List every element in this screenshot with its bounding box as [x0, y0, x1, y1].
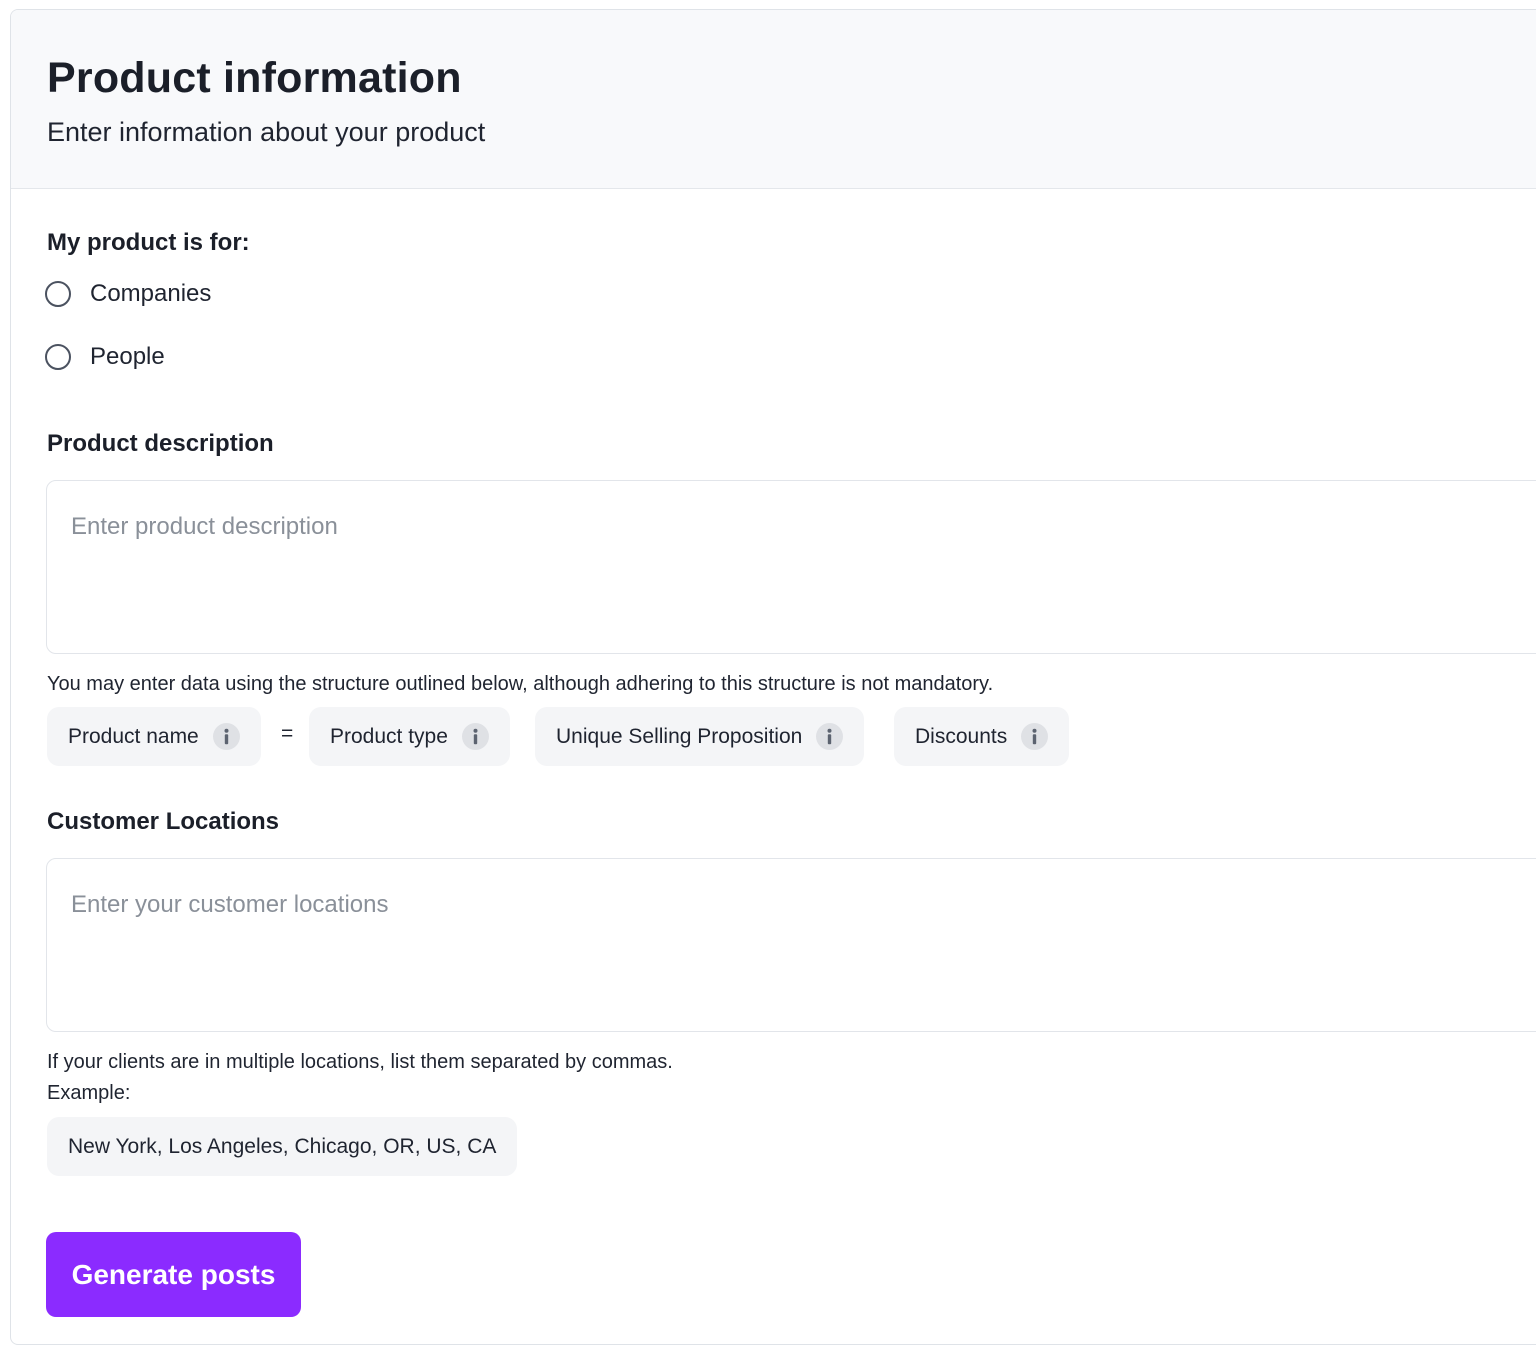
generate-posts-button[interactable]: Generate posts [46, 1232, 301, 1317]
customer-locations-input[interactable] [46, 858, 1536, 1032]
page-title: Product information [47, 54, 462, 102]
radio-circle[interactable] [45, 281, 71, 307]
description-hint: You may enter data using the structure o… [47, 673, 994, 695]
chip-unique-selling-proposition: Unique Selling Proposition [535, 707, 865, 766]
radio-label-people: People [90, 343, 165, 370]
radio-companies[interactable]: Companies [45, 277, 211, 311]
product-description-label: Product description [47, 430, 274, 457]
customer-locations-label: Customer Locations [47, 808, 280, 835]
chip-discounts: Discounts [894, 707, 1070, 766]
info-icon[interactable] [1021, 723, 1049, 750]
chip-label: Unique Selling Proposition [556, 724, 803, 748]
chip-label: Product name [68, 724, 199, 748]
info-icon-glyph [224, 728, 229, 745]
info-icon-glyph [473, 728, 478, 745]
card-header: Product information Enter information ab… [11, 10, 1536, 189]
info-icon[interactable] [461, 723, 489, 750]
audience-label: My product is for: [47, 229, 250, 256]
info-icon-glyph [1032, 728, 1037, 745]
structure-separator: = [281, 722, 294, 745]
example-locations-text: New York, Los Angeles, Chicago, OR, US, … [68, 1134, 497, 1158]
chip-product-type: Product type [309, 707, 510, 766]
info-icon-glyph [827, 728, 832, 745]
example-locations-chip: New York, Los Angeles, Chicago, OR, US, … [47, 1117, 518, 1176]
product-information-card: Product information Enter information ab… [10, 9, 1536, 1345]
example-label: Example: [47, 1082, 131, 1104]
info-icon[interactable] [212, 723, 240, 750]
radio-people[interactable]: People [45, 340, 165, 374]
chip-product-name: Product name [47, 707, 261, 766]
chip-label: Discounts [915, 724, 1008, 748]
product-description-input[interactable] [46, 480, 1536, 654]
radio-label-companies: Companies [90, 280, 212, 307]
info-icon[interactable] [816, 723, 844, 750]
page-subtitle: Enter information about your product [47, 117, 486, 147]
chip-label: Product type [330, 724, 448, 748]
locations-hint: If your clients are in multiple location… [47, 1051, 673, 1073]
radio-circle[interactable] [45, 344, 71, 370]
